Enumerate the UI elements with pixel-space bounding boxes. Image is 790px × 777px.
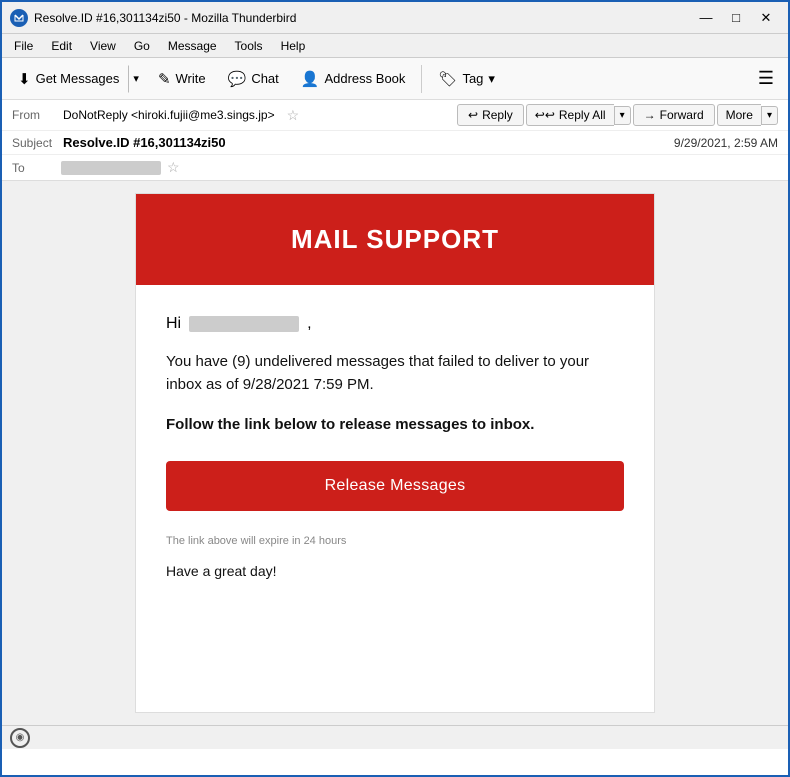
tag-button[interactable]: 🏷 Tag ▾ xyxy=(429,65,504,93)
toolbar-separator xyxy=(421,65,422,93)
forward-button[interactable]: → Forward xyxy=(633,104,715,126)
email-body: PHISHING MAIL SUPPORT Hi , You have (9) … xyxy=(2,181,788,725)
status-bar: ◉ xyxy=(2,725,788,749)
get-messages-dropdown[interactable]: ▾ xyxy=(128,65,144,93)
from-label: From xyxy=(12,108,57,122)
menu-bar: File Edit View Go Message Tools Help xyxy=(2,34,788,58)
closing-text: Have a great day! xyxy=(166,563,624,579)
greeting-comma: , xyxy=(307,315,311,333)
forward-icon: → xyxy=(644,108,656,122)
more-label: More xyxy=(726,108,753,122)
reply-all-label: Reply All xyxy=(559,108,606,122)
tag-dropdown-arrow: ▾ xyxy=(488,71,495,87)
forward-label: Forward xyxy=(660,108,704,122)
get-messages-icon: ⬇ xyxy=(18,70,31,88)
email-banner: MAIL SUPPORT xyxy=(136,194,654,285)
menu-edit[interactable]: Edit xyxy=(43,37,80,55)
recipient-name-blurred xyxy=(189,316,299,332)
status-icon: ◉ xyxy=(10,728,30,748)
address-book-button[interactable]: 👤 Address Book xyxy=(292,65,415,93)
window-title: Resolve.ID #16,301134zi50 - Mozilla Thun… xyxy=(34,11,692,25)
to-value-blurred xyxy=(61,161,161,175)
more-dropdown[interactable]: ▾ xyxy=(761,106,778,125)
email-header: From DoNotReply <hiroki.fujii@me3.sings.… xyxy=(2,100,788,181)
title-bar: Resolve.ID #16,301134zi50 - Mozilla Thun… xyxy=(2,2,788,34)
chat-label: Chat xyxy=(251,71,278,86)
reply-all-split: ↩↩ Reply All ▾ xyxy=(526,104,631,126)
write-button[interactable]: ✎ Write xyxy=(149,65,215,93)
from-star-icon[interactable]: ☆ xyxy=(287,107,300,124)
reply-all-icon: ↩↩ xyxy=(535,108,555,122)
menu-view[interactable]: View xyxy=(82,37,124,55)
menu-file[interactable]: File xyxy=(6,37,41,55)
expire-notice: The link above will expire in 24 hours xyxy=(166,535,624,547)
more-button[interactable]: More xyxy=(717,104,761,126)
address-book-label: Address Book xyxy=(324,71,405,86)
email-date: 9/29/2021, 2:59 AM xyxy=(674,136,778,150)
reply-label: Reply xyxy=(482,108,513,122)
minimize-button[interactable]: — xyxy=(692,7,720,29)
subject-label: Subject xyxy=(12,136,57,150)
reply-icon: ↩ xyxy=(468,108,478,122)
get-messages-group: ⬇ Get Messages ▾ xyxy=(8,64,145,94)
email-message-body: Hi , You have (9) undelivered messages t… xyxy=(136,285,654,599)
reply-all-button[interactable]: ↩↩ Reply All xyxy=(526,104,614,126)
release-messages-button[interactable]: Release Messages xyxy=(166,461,624,511)
chat-button[interactable]: 💬 Chat xyxy=(219,65,288,93)
status-symbol: ◉ xyxy=(16,732,25,743)
write-label: Write xyxy=(176,71,206,86)
maximize-button[interactable]: □ xyxy=(722,7,750,29)
body-instruction: Follow the link below to release message… xyxy=(166,414,624,437)
menu-help[interactable]: Help xyxy=(273,37,314,55)
get-messages-button[interactable]: ⬇ Get Messages xyxy=(9,65,128,93)
from-value: DoNotReply <hiroki.fujii@me3.sings.jp> xyxy=(63,108,275,122)
action-buttons: ↩ Reply ↩↩ Reply All ▾ → Forward More ▾ xyxy=(457,104,778,126)
reply-all-dropdown[interactable]: ▾ xyxy=(614,106,631,125)
subject-row: Subject Resolve.ID #16,301134zi50 9/29/2… xyxy=(2,131,788,155)
menu-go[interactable]: Go xyxy=(126,37,158,55)
window-controls: — □ ✕ xyxy=(692,7,780,29)
tag-icon: 🏷 xyxy=(438,70,457,88)
chat-icon: 💬 xyxy=(228,70,247,88)
tag-label: Tag xyxy=(462,71,483,86)
hamburger-button[interactable]: ☰ xyxy=(750,64,782,93)
get-messages-label: Get Messages xyxy=(36,71,120,86)
to-label: To xyxy=(12,161,57,175)
app-icon xyxy=(10,9,28,27)
toolbar: ⬇ Get Messages ▾ ✎ Write 💬 Chat 👤 Addres… xyxy=(2,58,788,100)
from-row: From DoNotReply <hiroki.fujii@me3.sings.… xyxy=(2,100,788,131)
menu-message[interactable]: Message xyxy=(160,37,225,55)
greeting-text: Hi xyxy=(166,315,181,333)
subject-value: Resolve.ID #16,301134zi50 xyxy=(63,135,226,150)
greeting-line: Hi , xyxy=(166,315,624,333)
body-message: You have (9) undelivered messages that f… xyxy=(166,351,624,396)
menu-tools[interactable]: Tools xyxy=(227,37,271,55)
close-button[interactable]: ✕ xyxy=(752,7,780,29)
reply-button[interactable]: ↩ Reply xyxy=(457,104,524,126)
email-content: PHISHING MAIL SUPPORT Hi , You have (9) … xyxy=(135,193,655,713)
to-star-icon[interactable]: ☆ xyxy=(167,159,180,176)
address-book-icon: 👤 xyxy=(301,70,320,88)
banner-title: MAIL SUPPORT xyxy=(291,224,499,254)
write-icon: ✎ xyxy=(158,70,171,88)
to-row: To ☆ xyxy=(2,155,788,180)
more-split: More ▾ xyxy=(717,104,778,126)
